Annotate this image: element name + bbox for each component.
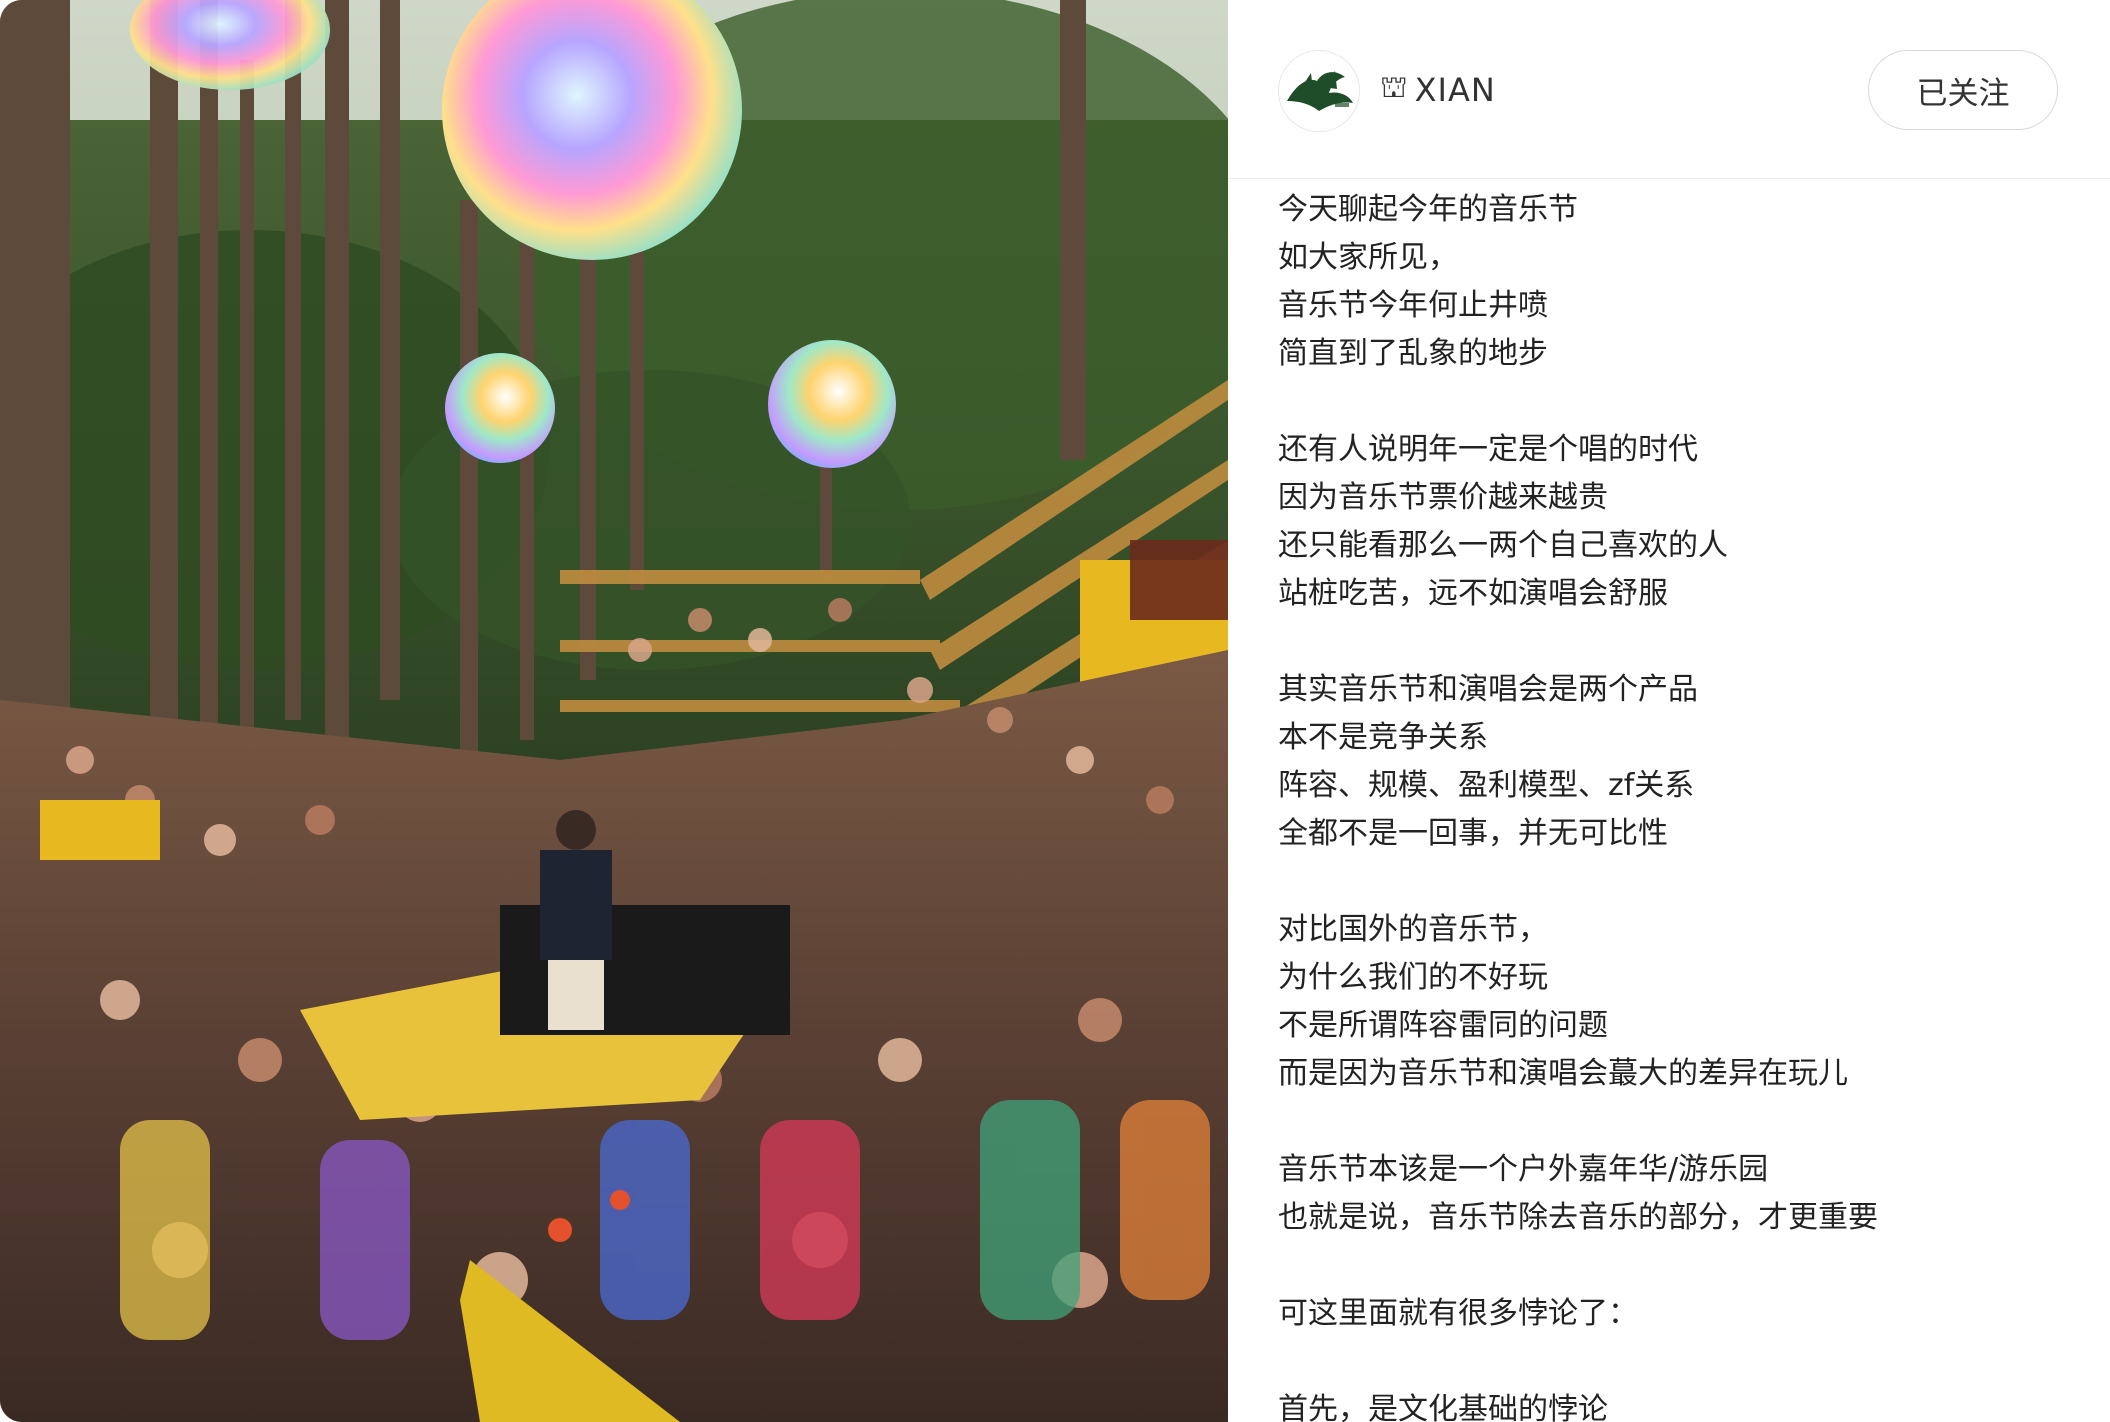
author-avatar[interactable]: [1278, 50, 1360, 132]
content-line: 简直到了乱象的地步: [1278, 336, 1548, 371]
content-line: 因为音乐节票价越来越贵: [1278, 480, 1608, 515]
follow-button[interactable]: 已关注: [1868, 50, 2058, 130]
content-line: 本不是竞争关系: [1278, 720, 1488, 755]
content-line: 音乐节今年何止井喷: [1278, 288, 1548, 323]
note-photo[interactable]: [0, 0, 1228, 1422]
content-line: 也就是说，音乐节除去音乐的部分，才更重要: [1278, 1200, 1878, 1235]
content-line: 首先，是文化基础的悖论: [1278, 1392, 1608, 1422]
author-name-text: XIAN: [1414, 70, 1496, 109]
content-line: 全都不是一回事，并无可比性: [1278, 816, 1668, 851]
content-line: 今天聊起今年的音乐节: [1278, 192, 1578, 227]
content-line: 对比国外的音乐节，: [1278, 912, 1548, 947]
note-viewer: ⛫ XIAN 已关注 今天聊起今年的音乐节 如大家所见， 音乐节今年何止井喷 简直到了…: [0, 0, 2110, 1422]
content-line: 其实音乐节和演唱会是两个产品: [1278, 672, 1698, 707]
author-name[interactable]: ⛫ XIAN: [1380, 70, 1496, 109]
content-line: 为什么我们的不好玩: [1278, 960, 1548, 995]
content-line: 如大家所见，: [1278, 240, 1458, 275]
note-content: 今天聊起今年的音乐节 如大家所见， 音乐节今年何止井喷 简直到了乱象的地步还有人说明年…: [1278, 186, 2078, 1422]
content-line: 还有人说明年一定是个唱的时代: [1278, 432, 1698, 467]
content-line: 音乐节本该是一个户外嘉年华/游乐园: [1278, 1152, 1769, 1187]
note-header: ⛫ XIAN 已关注: [1228, 0, 2110, 179]
avatar-logo-icon: [1279, 51, 1359, 131]
content-line: 而是因为音乐节和演唱会蕞大的差异在玩儿: [1278, 1056, 1848, 1091]
content-line: 不是所谓阵容雷同的问题: [1278, 1008, 1608, 1043]
content-line: 还只能看那么一两个自己喜欢的人: [1278, 528, 1728, 563]
note-panel: ⛫ XIAN 已关注 今天聊起今年的音乐节 如大家所见， 音乐节今年何止井喷 简直到了…: [1228, 0, 2110, 1422]
festival-photo-image: [0, 0, 1228, 1422]
author-symbol-icon: ⛫: [1380, 70, 1409, 105]
content-line: 站桩吃苦，远不如演唱会舒服: [1278, 576, 1668, 611]
content-line: 阵容、规模、盈利模型、zf关系: [1278, 768, 1695, 803]
content-line: 可这里面就有很多悖论了：: [1278, 1296, 1638, 1331]
